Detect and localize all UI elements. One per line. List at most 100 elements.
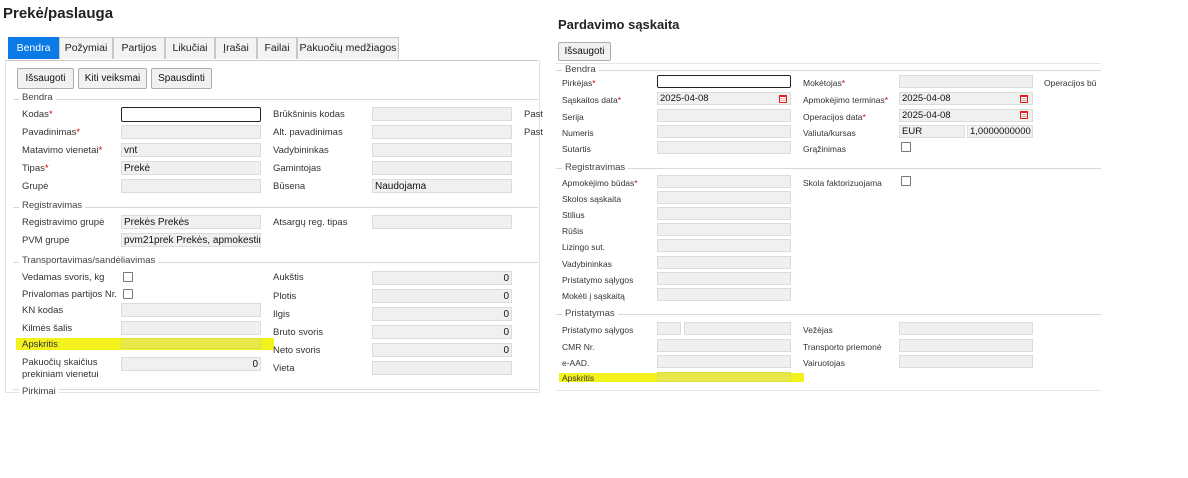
atsargu-reg-tipas-select[interactable] bbox=[372, 215, 512, 229]
skola-faktorizuojama-checkbox[interactable] bbox=[901, 176, 911, 186]
vairuotojas-input[interactable] bbox=[899, 355, 1033, 368]
invoice-title: Pardavimo sąskaita bbox=[558, 17, 680, 32]
label-neto-svoris: Neto svoris bbox=[273, 345, 321, 356]
label-transporto-priemone: Transporto priemonė bbox=[803, 342, 882, 352]
aukstis-input[interactable]: 0 bbox=[372, 271, 512, 285]
tab-failai[interactable]: Failai bbox=[257, 37, 297, 59]
section-title: Bendra bbox=[19, 92, 56, 103]
e-aad-input[interactable] bbox=[657, 355, 791, 368]
pristatymo-salygos-code-input[interactable] bbox=[657, 322, 681, 335]
pvm-grupe-select[interactable]: pvm21prek Prekės, apmokestinamos bbox=[121, 233, 261, 247]
apskritis-input[interactable] bbox=[657, 372, 791, 382]
kursas-input[interactable]: 1,0000000000 bbox=[967, 125, 1033, 138]
vieta-input[interactable] bbox=[372, 361, 512, 375]
invoice-save-button[interactable]: Išsaugoti bbox=[558, 42, 611, 61]
tab-irasai[interactable]: Įrašai bbox=[215, 37, 257, 59]
kilmes-salis-input[interactable] bbox=[121, 321, 261, 335]
moketojas-input[interactable] bbox=[899, 75, 1033, 88]
tab-pozymiai[interactable]: Požymiai bbox=[59, 37, 113, 59]
label-text: Apmokėjimo būdas bbox=[562, 178, 635, 188]
label-vedamas-svoris: Vedamas svoris, kg bbox=[22, 272, 105, 283]
privalomas-partijos-checkbox[interactable] bbox=[123, 289, 133, 299]
numeris-input[interactable] bbox=[657, 125, 791, 138]
section-registravimas: Registravimas bbox=[13, 200, 538, 211]
grupe-input[interactable] bbox=[121, 179, 261, 193]
label-moketi-i-saskaita: Mokėti į sąskaitą bbox=[562, 291, 625, 301]
calendar-icon[interactable] bbox=[1020, 111, 1028, 119]
pristatymo-salygos-name-input[interactable] bbox=[684, 322, 791, 335]
print-button[interactable]: Spausdinti bbox=[151, 68, 212, 89]
label-grupe: Grupė bbox=[22, 181, 49, 192]
plotis-input[interactable]: 0 bbox=[372, 289, 512, 303]
apmokejimo-terminas-input[interactable]: 2025-04-08 bbox=[899, 92, 1033, 105]
pakuociu-skaicius-input[interactable]: 0 bbox=[121, 357, 261, 371]
transporto-priemone-input[interactable] bbox=[899, 339, 1033, 352]
lizingo-sut-input[interactable] bbox=[657, 239, 791, 252]
pavadinimas-input[interactable] bbox=[121, 125, 261, 139]
label-pristatymo-salygos: Pristatymo sąlygos bbox=[562, 275, 634, 285]
kodas-input[interactable] bbox=[121, 107, 261, 122]
label-apmokejimo-budas: Apmokėjimo būdas* bbox=[562, 178, 638, 188]
matavimo-vienetai-input[interactable]: vnt bbox=[121, 143, 261, 157]
kn-kodas-input[interactable] bbox=[121, 303, 261, 317]
gamintojas-input[interactable] bbox=[372, 161, 512, 175]
rusis-input[interactable] bbox=[657, 223, 791, 236]
ilgis-input[interactable]: 0 bbox=[372, 307, 512, 321]
calendar-icon[interactable] bbox=[779, 95, 787, 103]
apskritis-input[interactable] bbox=[121, 338, 261, 349]
apmokejimo-budas-select[interactable] bbox=[657, 175, 791, 188]
registravimo-grupe-select[interactable]: Prekės Prekės bbox=[121, 215, 261, 229]
tab-pakuociu-medziagos[interactable]: Pakuočių medžiagos bbox=[297, 37, 399, 59]
label-busena: Būsena bbox=[273, 181, 306, 192]
vedamas-svoris-checkbox[interactable] bbox=[123, 272, 133, 282]
valiuta-select[interactable]: EUR bbox=[899, 125, 965, 138]
cmr-nr-input[interactable] bbox=[657, 339, 791, 352]
label-text: Pavadinimas bbox=[22, 127, 77, 138]
label-truncated: Past bbox=[524, 109, 544, 120]
label-vieta: Vieta bbox=[273, 363, 295, 374]
pristatymo-salygos-input[interactable] bbox=[657, 272, 791, 285]
label-e-aad: e-AAD. bbox=[562, 358, 590, 368]
tipas-select[interactable]: Prekė bbox=[121, 161, 261, 175]
saskaitos-data-input[interactable]: 2025-04-08 bbox=[657, 92, 791, 105]
pirkejas-input[interactable] bbox=[657, 75, 791, 88]
tab-partijos[interactable]: Partijos bbox=[113, 37, 165, 59]
moketi-i-saskaita-input[interactable] bbox=[657, 288, 791, 301]
section-title: Registravimas bbox=[562, 162, 629, 173]
label-truncated: Past bbox=[524, 127, 544, 138]
label-registravimo-grupe: Registravimo grupė bbox=[22, 217, 105, 228]
label-lizingo-sut: Lizingo sut. bbox=[562, 242, 605, 252]
label-pristatymo-salygos-2: Pristatymo sąlygos bbox=[562, 325, 634, 335]
skolos-saskaita-input[interactable] bbox=[657, 191, 791, 204]
vadybininkas-input[interactable] bbox=[372, 143, 512, 157]
bruto-svoris-input[interactable]: 0 bbox=[372, 325, 512, 339]
label-pirkejas: Pirkėjas* bbox=[562, 78, 596, 88]
label-kodas: Kodas* bbox=[22, 109, 53, 120]
vadybininkas-input[interactable] bbox=[657, 256, 791, 269]
other-actions-button[interactable]: Kiti veiksmai bbox=[78, 68, 147, 89]
section-title: Registravimas bbox=[19, 200, 86, 211]
sutartis-input[interactable] bbox=[657, 141, 791, 154]
label-pakuociu-skaicius: Pakuočių skaičius prekiniam vienetui bbox=[22, 357, 99, 381]
label-cmr-nr: CMR Nr. bbox=[562, 342, 595, 352]
bruksninis-kodas-input[interactable] bbox=[372, 107, 512, 121]
busena-select[interactable]: Naudojama bbox=[372, 179, 512, 193]
label-text: Mokėtojas bbox=[803, 78, 842, 88]
section-title: Pirkimai bbox=[19, 386, 59, 397]
label-text: Pirkėjas bbox=[562, 78, 593, 88]
label-serija: Serija bbox=[562, 112, 584, 122]
neto-svoris-input[interactable]: 0 bbox=[372, 343, 512, 357]
label-moketojas: Mokėtojas* bbox=[803, 78, 846, 88]
calendar-icon[interactable] bbox=[1020, 95, 1028, 103]
alt-pavadinimas-input[interactable] bbox=[372, 125, 512, 139]
operacijos-data-input[interactable]: 2025-04-08 bbox=[899, 109, 1033, 122]
section-bendra: Bendra bbox=[13, 92, 538, 103]
grazinimas-checkbox[interactable] bbox=[901, 142, 911, 152]
serija-input[interactable] bbox=[657, 109, 791, 122]
vezejas-input[interactable] bbox=[899, 322, 1033, 335]
tab-bendra[interactable]: Bendra bbox=[8, 37, 59, 59]
stilius-input[interactable] bbox=[657, 207, 791, 220]
save-button[interactable]: Išsaugoti bbox=[17, 68, 74, 89]
tab-likuciai[interactable]: Likučiai bbox=[165, 37, 215, 59]
label-atsargu-reg-tipas: Atsargų reg. tipas bbox=[273, 217, 348, 228]
